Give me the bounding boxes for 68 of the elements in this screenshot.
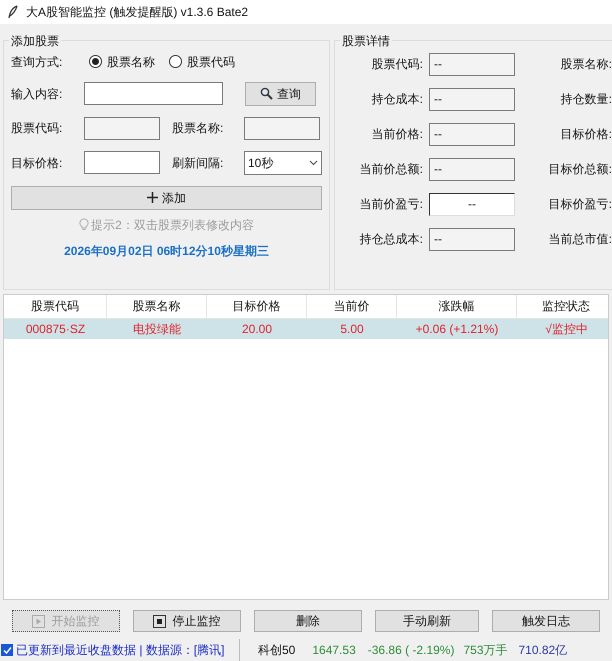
text-field[interactable]: -- [429, 158, 515, 181]
index-name: 科创50 [258, 642, 296, 660]
text-field[interactable]: -- [429, 192, 515, 216]
index-volume: 753万手 [463, 642, 508, 660]
status-checkbox[interactable] [1, 644, 13, 656]
table-cell-text: √监控中 [544, 320, 589, 338]
plus-icon [147, 192, 158, 204]
table-row[interactable]: 000875·SZ 电投绿能 20.00 5.00 +0.06 (+1.21%) √监控中 [4, 318, 608, 339]
field-label: 查询方式: [11, 54, 64, 71]
text-field[interactable]: -- [429, 52, 515, 76]
text-field[interactable]: -- [429, 228, 515, 251]
column-header[interactable]: 涨跌幅 [397, 294, 517, 318]
field-label: 目标价盈亏: [548, 196, 612, 214]
interval-dropdown[interactable]: 10秒 [244, 150, 322, 175]
table-cell-text: 5.00 [339, 320, 365, 338]
lightbulb-icon [79, 218, 90, 232]
field-label: 目标价格: [560, 126, 612, 144]
action-button[interactable]: 手动刷新 [374, 610, 480, 632]
column-header[interactable]: 股票名称 [107, 294, 207, 318]
radio-button[interactable]: 股票代码 [169, 52, 235, 71]
field-label: 目标价格: [11, 154, 64, 172]
table-cell-text: 20.00 [240, 320, 274, 338]
index-price: 1647.53 [312, 642, 356, 660]
datetime-text: 2026年09月02日 06时12分10秒星期三 [63, 242, 270, 260]
table-cell-text: 电投绿能 [132, 320, 182, 338]
hint-text: 提示2：双击股票列表修改内容 [91, 216, 254, 234]
text-field[interactable] [244, 116, 320, 140]
table-cell-text: 000875·SZ [24, 320, 86, 338]
search-icon [260, 87, 273, 100]
field-label: 当前总市值: [548, 231, 612, 248]
window-title: 大A股智能监控 (触发提醒版) v1.3.6 Bate2 [26, 4, 248, 21]
text-field[interactable] [84, 116, 160, 140]
text-field[interactable] [84, 82, 223, 106]
panel-title: 股票详情 [340, 32, 392, 50]
index-amount: 710.82亿 [518, 642, 568, 660]
query-button[interactable]: 查询 [245, 82, 316, 106]
field-label: 股票名称: [172, 120, 224, 138]
radio-button[interactable]: 股票名称 [89, 52, 155, 71]
field-label: 当前价盈亏: [358, 196, 423, 214]
field-label: 股票代码: [370, 56, 423, 74]
action-button[interactable]: 停止监控 [132, 610, 241, 632]
column-header[interactable]: 监控状态 [517, 294, 608, 318]
table-cell-text: +0.06 (+1.21%) [414, 320, 500, 338]
stop-icon [153, 614, 166, 628]
field-label: 持仓总成本: [358, 231, 423, 248]
column-header[interactable]: 当前价 [307, 294, 397, 318]
field-label: 当前价格: [370, 126, 423, 144]
text-field[interactable]: -- [429, 88, 515, 111]
chevron-down-icon [309, 160, 318, 166]
action-button[interactable]: 删除 [254, 610, 362, 632]
field-label: 股票代码: [11, 120, 64, 138]
field-label: 目标价总额: [548, 161, 612, 178]
field-label: 刷新间隔: [172, 154, 224, 172]
field-label: 输入内容: [11, 86, 64, 103]
index-change: -36.86 ( -2.19%) [368, 642, 454, 660]
text-field[interactable]: -- [429, 122, 515, 146]
text-field[interactable] [84, 151, 160, 174]
field-label: 股票名称: [560, 56, 612, 74]
action-button[interactable]: 触发日志 [492, 610, 600, 632]
column-header[interactable]: 股票代码 [4, 294, 107, 318]
field-label: 当前价总额: [358, 161, 423, 178]
play-icon [32, 614, 46, 628]
feather-icon [8, 4, 18, 19]
add-button[interactable]: 添加 [11, 186, 322, 210]
field-label: 持仓成本: [370, 91, 423, 108]
column-header[interactable]: 目标价格 [207, 294, 307, 318]
status-message: 已更新到最近收盘数据 | 数据源：[腾讯] [16, 642, 224, 660]
field-label: 持仓数量: [560, 91, 612, 108]
